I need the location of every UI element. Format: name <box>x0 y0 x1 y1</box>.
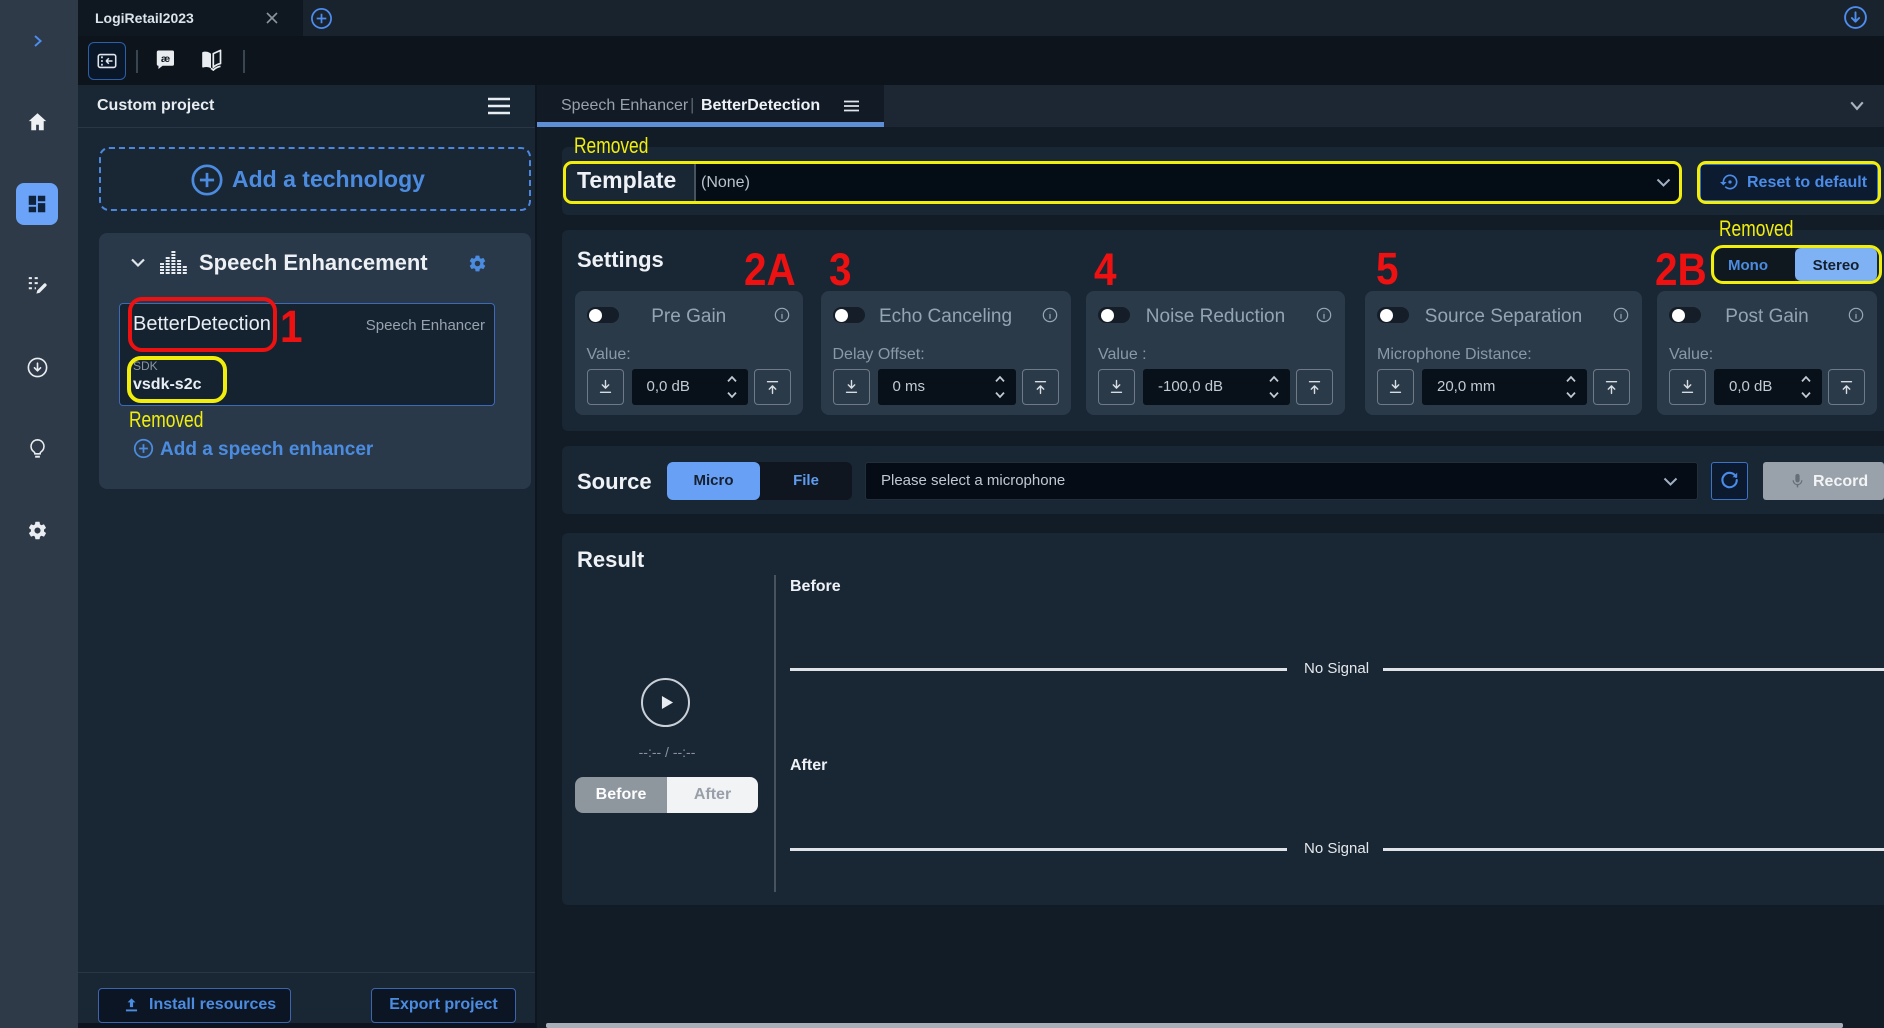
svg-text:æ: æ <box>161 53 170 65</box>
